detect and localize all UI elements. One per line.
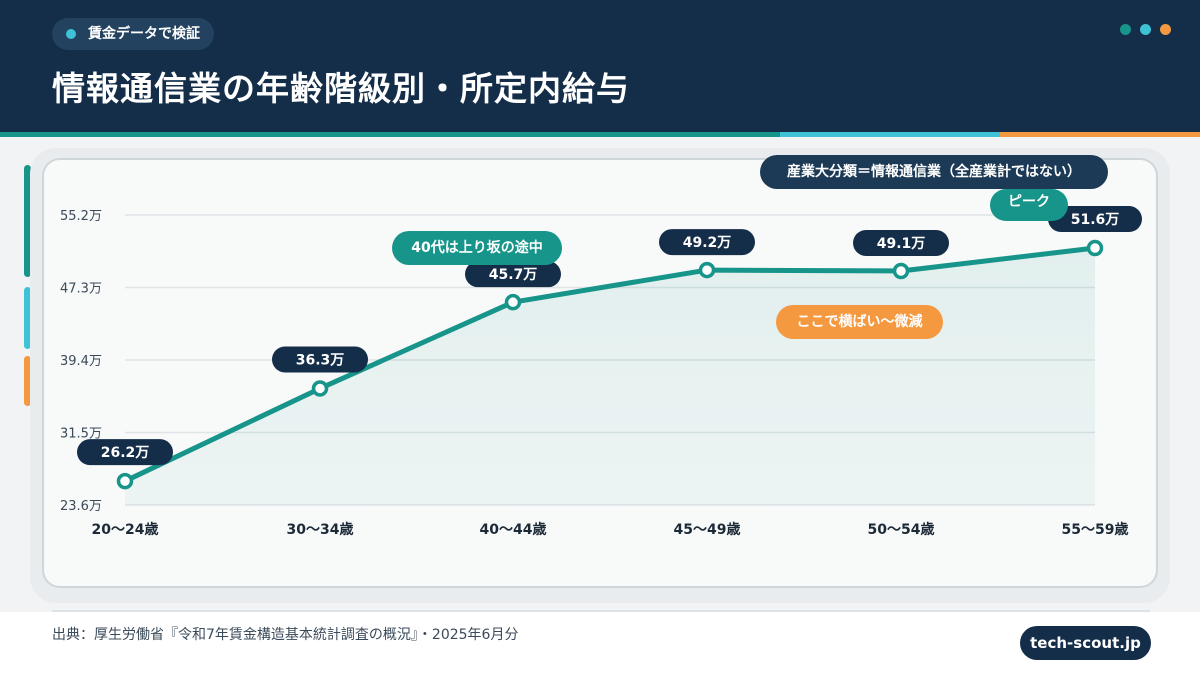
- data-label-text: 45.7万: [489, 267, 538, 283]
- flat-note: ここで横ばい〜微減: [776, 305, 943, 339]
- data-label-text: 36.3万: [296, 352, 345, 368]
- x-tick-label: 30〜34歳: [287, 521, 354, 538]
- source-note: 出典：厚生労働省『令和7年賃金構造基本統計調査の概況』・2025年6月分: [52, 627, 519, 643]
- data-label: 26.2万: [77, 439, 173, 466]
- y-tick-label: 39.4万: [60, 354, 102, 369]
- x-tick-label: 45〜49歳: [674, 521, 741, 538]
- data-label: 49.1万: [853, 229, 949, 256]
- brand-badge: tech-scout.jp: [1020, 626, 1151, 660]
- data-label: 45.7万: [465, 261, 561, 288]
- forties-note: 40代は上り坂の途中: [392, 231, 562, 265]
- data-label: 36.3万: [272, 346, 368, 373]
- x-tick-label: 40〜44歳: [480, 521, 547, 538]
- x-tick-label: 20〜24歳: [92, 521, 159, 538]
- y-tick-label: 23.6万: [60, 499, 102, 514]
- peak-note: ピーク: [990, 189, 1068, 221]
- x-tick-label: 50〜54歳: [868, 521, 935, 538]
- line-chart: 23.6万31.5万39.4万47.3万55.2万 20〜24歳 30〜34歳 40…: [60, 206, 1142, 538]
- industry-note: 産業大分類＝情報通信業（全産業計ではない）: [760, 155, 1108, 189]
- data-label-text: 49.1万: [877, 236, 926, 252]
- x-tick-label: 55〜59歳: [1062, 521, 1129, 538]
- data-label-text: 49.2万: [683, 235, 732, 251]
- data-label: 49.2万: [659, 229, 755, 256]
- data-label-text: 51.6万: [1071, 212, 1120, 228]
- data-point: [698, 261, 716, 279]
- y-tick-label: 55.2万: [60, 209, 102, 224]
- data-point: [116, 472, 134, 490]
- y-tick-label: 47.3万: [60, 282, 102, 297]
- data-point: [311, 380, 329, 397]
- data-point: [892, 262, 910, 280]
- data-point: [1086, 239, 1104, 257]
- data-point: [504, 293, 522, 311]
- data-label-text: 26.2万: [101, 445, 150, 461]
